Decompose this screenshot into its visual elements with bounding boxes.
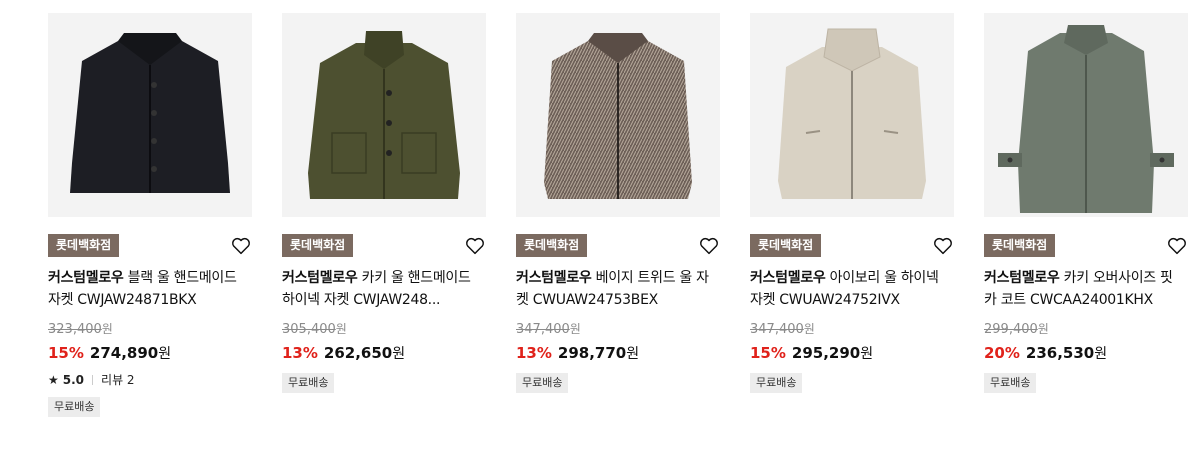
free-shipping-tag: 무료배송 <box>516 373 569 393</box>
price-amount: 298,770 <box>557 344 627 362</box>
sale-price: 15% 274,890원 <box>48 344 172 362</box>
product-brand: 커스텀멜로우 <box>516 270 592 286</box>
original-price: 347,400원 <box>516 322 581 337</box>
price-amount: 262,650 <box>323 344 393 362</box>
product-brand: 커스텀멜로우 <box>282 270 358 286</box>
product-brand: 커스텀멜로우 <box>750 270 826 286</box>
product-title[interactable]: 커스텀멜로우 베이지 트위드 울 자켓 CWUAW24753BEX <box>516 267 720 311</box>
heart-icon[interactable] <box>932 235 954 257</box>
sale-price: 13% 298,770원 <box>516 344 640 362</box>
free-shipping-tag: 무료배송 <box>48 397 101 417</box>
discount-rate: 20% <box>984 344 1020 362</box>
discount-rate: 15% <box>750 344 786 362</box>
product-card[interactable]: 롯데백화점 커스텀멜로우 아이보리 울 하이넥 자켓 CWUAW24752IVX… <box>750 13 954 393</box>
product-title[interactable]: 커스텀멜로우 블랙 울 핸드메이드 자켓 CWJAW24871BKX <box>48 267 252 311</box>
product-title[interactable]: 커스텀멜로우 아이보리 울 하이넥 자켓 CWUAW24752IVX <box>750 267 954 311</box>
original-price: 323,400원 <box>48 322 113 337</box>
store-badge: 롯데백화점 <box>282 234 354 257</box>
product-card[interactable]: 롯데백화점 커스텀멜로우 블랙 울 핸드메이드 자켓 CWJAW24871BKX… <box>48 13 252 417</box>
divider <box>92 375 94 385</box>
product-image[interactable] <box>516 13 720 217</box>
heart-icon[interactable] <box>1166 235 1188 257</box>
price-amount: 274,890 <box>89 344 159 362</box>
product-brand: 커스텀멜로우 <box>48 270 124 286</box>
product-card[interactable]: 롯데백화점 커스텀멜로우 베이지 트위드 울 자켓 CWUAW24753BEX … <box>516 13 720 393</box>
discount-rate: 13% <box>282 344 318 362</box>
heart-icon[interactable] <box>698 235 720 257</box>
product-grid: 롯데백화점 커스텀멜로우 블랙 울 핸드메이드 자켓 CWJAW24871BKX… <box>0 0 1202 457</box>
discount-rate: 13% <box>516 344 552 362</box>
review-summary: ★ 5.0 리뷰 2 <box>48 372 252 388</box>
price-amount: 295,290 <box>791 344 861 362</box>
free-shipping-tag: 무료배송 <box>750 373 803 393</box>
free-shipping-tag: 무료배송 <box>984 373 1037 393</box>
store-badge: 롯데백화점 <box>984 234 1056 257</box>
product-image[interactable] <box>750 13 954 217</box>
heart-icon[interactable] <box>230 235 252 257</box>
product-image[interactable] <box>984 13 1188 217</box>
store-badge: 롯데백화점 <box>750 234 822 257</box>
product-title[interactable]: 커스텀멜로우 카키 울 핸드메이드 하이넥 자켓 CWJAW248... <box>282 267 486 311</box>
product-title[interactable]: 커스텀멜로우 카키 오버사이즈 핏 카 코트 CWCAA24001KHX <box>984 267 1188 311</box>
product-brand: 커스텀멜로우 <box>984 270 1060 286</box>
store-badge: 롯데백화점 <box>48 234 120 257</box>
price-amount: 236,530 <box>1025 344 1095 362</box>
original-price: 347,400원 <box>750 322 815 337</box>
product-image[interactable] <box>282 13 486 217</box>
original-price: 305,400원 <box>282 322 347 337</box>
original-price: 299,400원 <box>984 322 1049 337</box>
store-badge: 롯데백화점 <box>516 234 588 257</box>
product-card[interactable]: 롯데백화점 커스텀멜로우 카키 울 핸드메이드 하이넥 자켓 CWJAW248.… <box>282 13 486 393</box>
discount-rate: 15% <box>48 344 84 362</box>
sale-price: 13% 262,650원 <box>282 344 406 362</box>
free-shipping-tag: 무료배송 <box>282 373 335 393</box>
product-card[interactable]: 롯데백화점 커스텀멜로우 카키 오버사이즈 핏 카 코트 CWCAA24001K… <box>984 13 1188 393</box>
rating-value: 5.0 <box>62 373 85 387</box>
review-count: 리뷰 2 <box>101 373 135 387</box>
sale-price: 15% 295,290원 <box>750 344 874 362</box>
heart-icon[interactable] <box>464 235 486 257</box>
sale-price: 20% 236,530원 <box>984 344 1108 362</box>
star-icon: ★ <box>48 373 59 387</box>
product-image[interactable] <box>48 13 252 217</box>
